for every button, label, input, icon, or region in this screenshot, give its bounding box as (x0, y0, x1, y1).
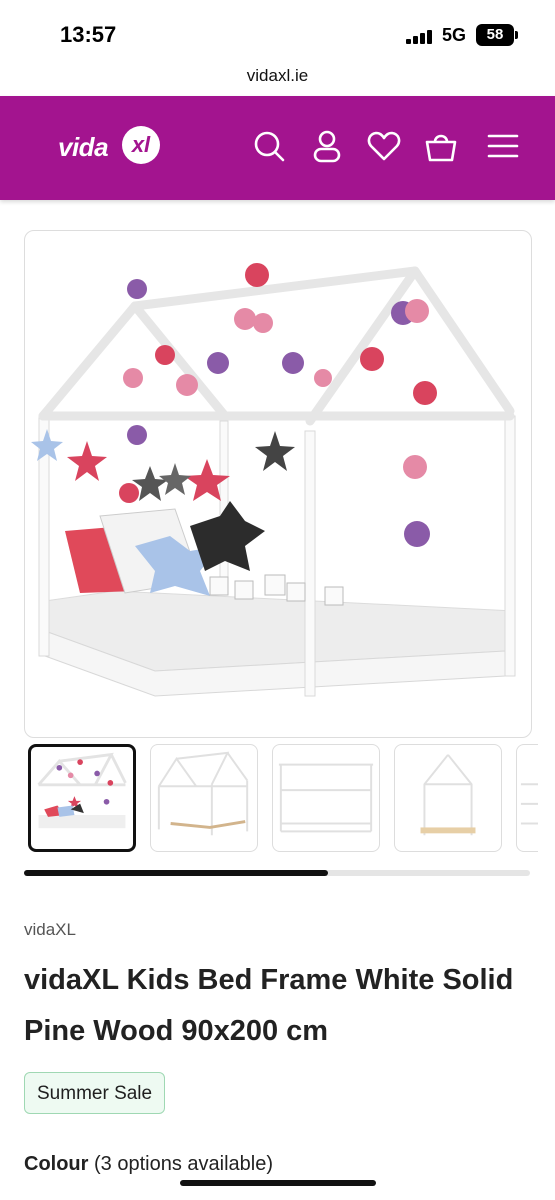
thumbnail-scrollbar[interactable] (24, 870, 530, 876)
status-bar: 13:57 5G 58 (0, 0, 555, 62)
logo-xl-mark: xl (122, 126, 160, 164)
battery-icon: 58 (476, 24, 514, 46)
product-title: vidaXL Kids Bed Frame White Solid Pine W… (24, 964, 514, 1047)
status-time: 13:57 (60, 22, 117, 47)
thumbnail-3[interactable] (272, 744, 380, 852)
scrollbar-thumb[interactable] (24, 870, 328, 876)
thumbnail-strip[interactable] (28, 744, 538, 854)
site-header: vida xl (0, 96, 555, 200)
menu-hamburger-icon[interactable] (485, 128, 521, 164)
battery-tip (515, 31, 518, 39)
thumbnail-5[interactable] (516, 744, 538, 852)
logo-wordmark: vida (58, 132, 109, 162)
sale-badge: Summer Sale (24, 1072, 166, 1114)
vidaxl-logo[interactable]: vida xl (58, 124, 160, 168)
home-indicator[interactable] (180, 1180, 376, 1186)
wishlist-heart-icon[interactable] (366, 128, 402, 164)
cart-basket-icon[interactable] (423, 128, 459, 164)
account-icon[interactable] (309, 128, 345, 164)
address-bar[interactable]: vidaxl.ie (0, 62, 555, 96)
thumbnail-4[interactable] (394, 744, 502, 852)
signal-strength-icon (406, 30, 436, 44)
colour-label: Colour (24, 1153, 89, 1175)
thumbnail-1[interactable] (28, 744, 136, 852)
network-type: 5G (442, 25, 467, 45)
search-icon[interactable] (251, 128, 287, 164)
thumbnail-2[interactable] (150, 744, 258, 852)
colour-options-count: (3 options available) (94, 1153, 273, 1175)
product-brand[interactable]: vidaXL (24, 920, 76, 940)
main-product-image[interactable] (24, 230, 532, 738)
colour-selector-label: Colour (3 options available) (24, 1153, 273, 1176)
url-text: vidaxl.ie (246, 66, 309, 85)
